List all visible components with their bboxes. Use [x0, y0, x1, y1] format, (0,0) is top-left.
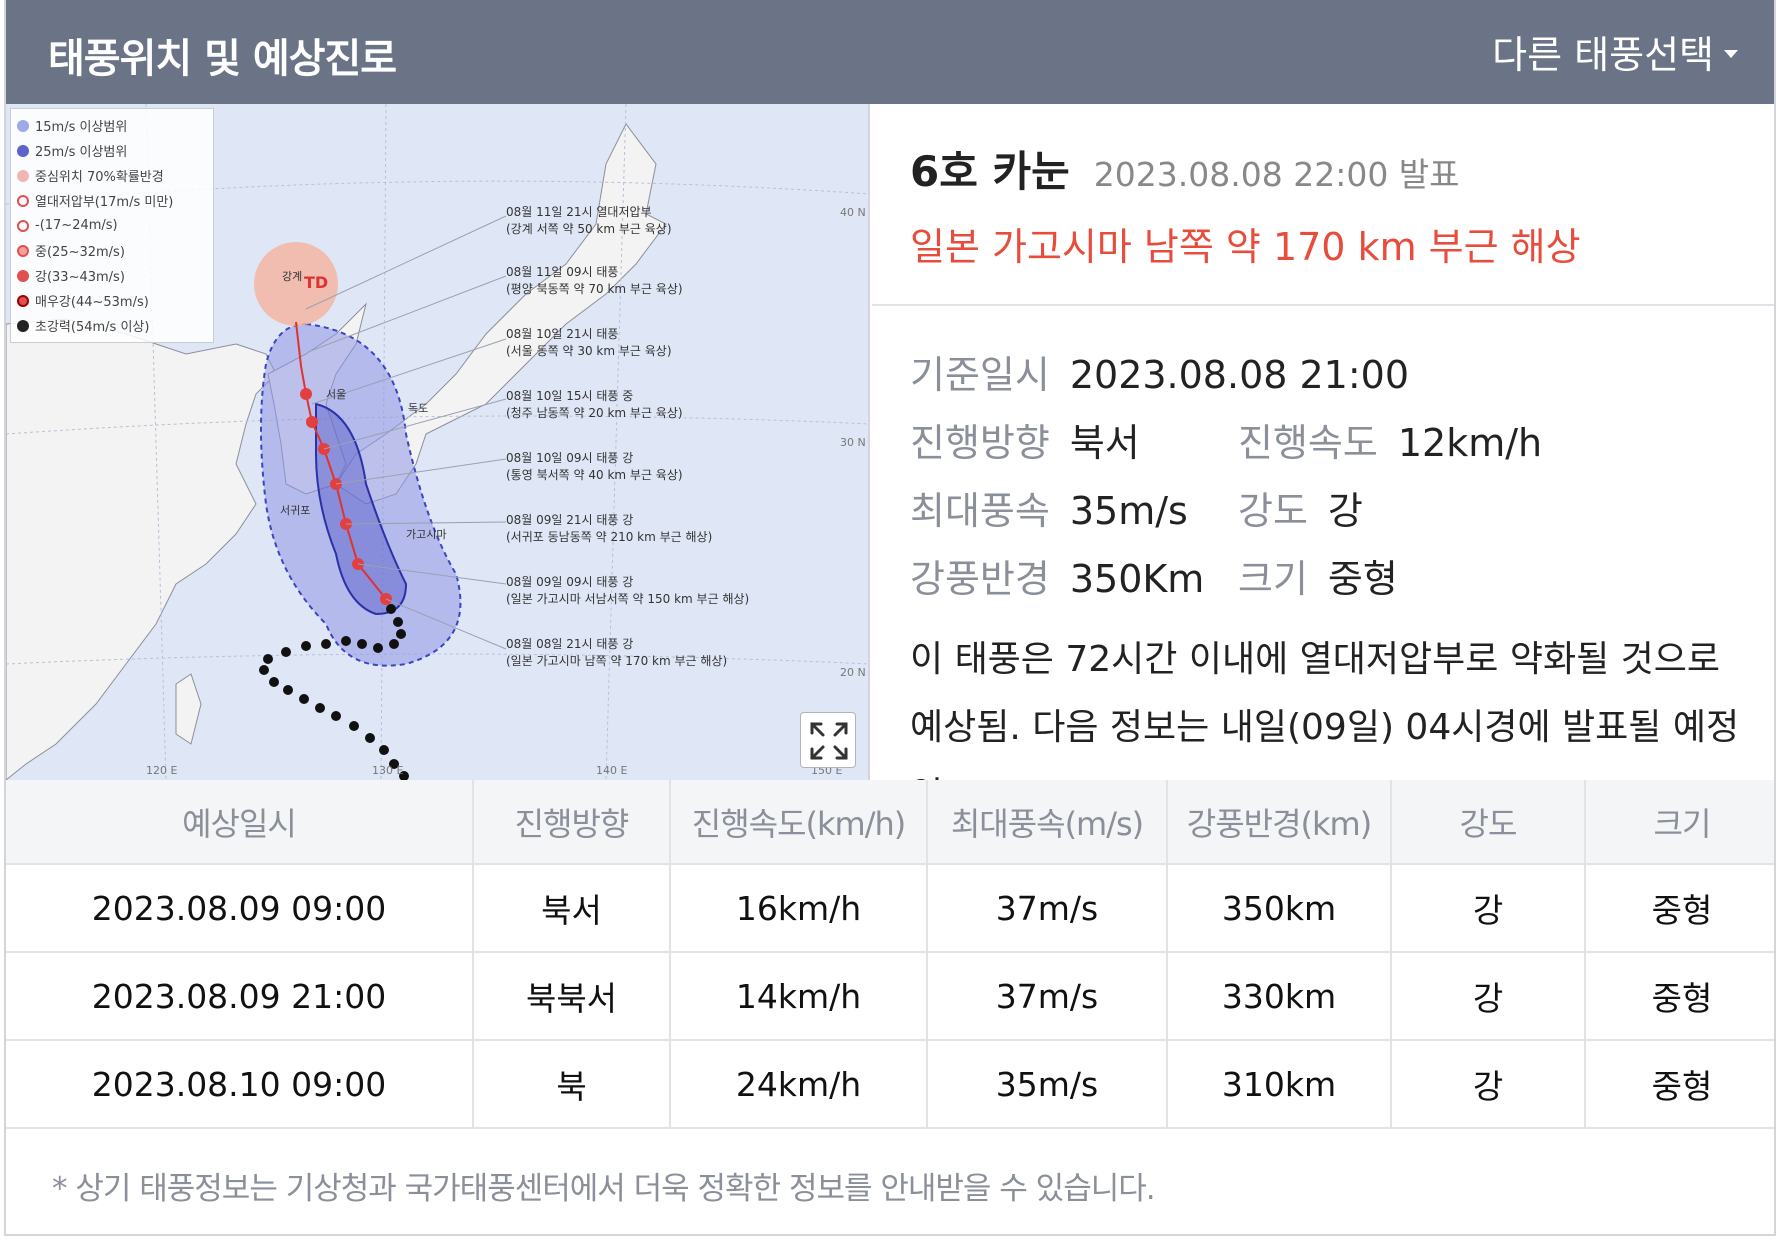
table-cell: 2023.08.09 21:00 — [6, 952, 474, 1041]
table-cell: 14km/h — [670, 952, 928, 1041]
table-row: 2023.08.09 09:00 북서 16km/h 37m/s 350km 강… — [6, 864, 1774, 953]
legend-item: 25m/s 이상범위 — [17, 138, 207, 163]
chevron-down-icon — [1724, 49, 1738, 58]
size-field: 크기 중형 — [1238, 557, 1398, 601]
forecast-description: 이 태풍은 72시간 이내에 열대저압부로 약화될 것으로 예상됨. 다음 정보… — [910, 639, 1740, 780]
column-header: 최대풍속(m/s) — [927, 780, 1168, 865]
table-cell: 중형 — [1585, 1040, 1774, 1129]
place-label: TD — [304, 273, 329, 292]
header-bar: 태풍위치 및 예상진로 다른 태풍선택 — [6, 0, 1774, 104]
table-cell: 북서 — [473, 864, 671, 953]
table-cell: 2023.08.09 09:00 — [6, 864, 474, 953]
track-annotation: 08월 10일 21시 태풍 (서울 동쪽 약 30 km 부근 육상) — [506, 327, 672, 358]
typhoon-name: 6호 카눈 — [910, 147, 1070, 196]
footnote: * 상기 태풍정보는 기상청과 국가태풍센터에서 더욱 정확한 정보를 안내받을… — [52, 1171, 1156, 1207]
place-label: 서울 — [326, 388, 347, 401]
grid-label: 40 N — [840, 206, 866, 219]
track-annotation: 08월 11일 21시 열대저압부 (강계 서쪽 약 50 km 부근 육상) — [506, 205, 672, 236]
legend-item: 중심위치 70%확률반경 — [17, 163, 207, 188]
table-row: 2023.08.09 21:00 북북서 14km/h 37m/s 330km … — [6, 952, 1774, 1041]
table-cell: 330km — [1167, 952, 1392, 1041]
legend-item: 강(33~43m/s) — [17, 263, 207, 288]
table-cell: 37m/s — [927, 864, 1168, 953]
map-expand-button[interactable] — [800, 712, 856, 768]
table-cell: 24km/h — [670, 1040, 928, 1129]
place-label: 독도 — [408, 402, 429, 415]
track-annotation: 08월 09일 21시 태풍 강 (서귀포 동남동쪽 약 210 km 부근 해상… — [506, 513, 713, 544]
table-cell: 중형 — [1585, 952, 1774, 1041]
track-annotation: 08월 08일 21시 태풍 강 (일본 가고시마 남쪽 약 170 km 부근 … — [506, 637, 728, 668]
column-header: 강풍반경(km) — [1167, 780, 1392, 865]
table-header-row: 예상일시 진행방향 진행속도(km/h) 최대풍속(m/s) 강풍반경(km) … — [6, 780, 1774, 865]
typhoon-info-panel: 6호 카눈 2023.08.08 22:00 발표 일본 가고시마 남쪽 약 1… — [872, 104, 1774, 780]
track-annotation: 08월 09일 09시 태풍 강 (일본 가고시마 서남서쪽 약 150 km 부… — [506, 575, 750, 606]
table-cell: 37m/s — [927, 952, 1168, 1041]
legend-item: -(17~24m/s) — [17, 213, 207, 238]
place-label: 가고시마 — [406, 528, 447, 541]
table-cell: 16km/h — [670, 864, 928, 953]
column-header: 크기 — [1585, 780, 1774, 865]
table-cell: 310km — [1167, 1040, 1392, 1129]
map-legend: 15m/s 이상범위 25m/s 이상범위 중심위치 70%확률반경 열대저압부… — [10, 108, 214, 343]
table-cell: 강 — [1391, 952, 1586, 1041]
typhoon-heading: 6호 카눈 2023.08.08 22:00 발표 — [910, 138, 1460, 199]
typhoon-select-dropdown[interactable]: 다른 태풍선택 — [1492, 24, 1738, 79]
radius-field: 강풍반경 350Km — [910, 557, 1205, 601]
grid-label: 130 E — [372, 764, 404, 777]
max-wind-field: 최대풍속 35m/s — [910, 489, 1188, 533]
table-cell: 강 — [1391, 1040, 1586, 1129]
legend-item: 열대저압부(17m/s 미만) — [17, 188, 207, 213]
table-cell: 강 — [1391, 864, 1586, 953]
base-time-field: 기준일시 2023.08.08 21:00 — [910, 353, 1410, 397]
place-label: 강계 — [282, 270, 303, 283]
typhoon-track-map[interactable]: 15m/s 이상범위 25m/s 이상범위 중심위치 70%확률반경 열대저압부… — [6, 104, 870, 780]
grid-label: 30 N — [840, 436, 866, 449]
grid-label: 120 E — [146, 764, 178, 777]
table-cell: 35m/s — [927, 1040, 1168, 1129]
legend-item: 15m/s 이상범위 — [17, 113, 207, 138]
issued-time: 2023.08.08 22:00 발표 — [1093, 155, 1460, 194]
column-header: 예상일시 — [6, 780, 474, 865]
forecast-table: 예상일시 진행방향 진행속도(km/h) 최대풍속(m/s) 강풍반경(km) … — [6, 780, 1774, 1129]
expand-arrows-icon — [810, 722, 848, 760]
table-cell: 북북서 — [473, 952, 671, 1041]
legend-item: 초강력(54m/s 이상) — [17, 313, 207, 338]
divider — [872, 304, 1774, 306]
current-location: 일본 가고시마 남쪽 약 170 km 부근 해상 — [910, 225, 1581, 269]
speed-field: 진행속도 12km/h — [1238, 421, 1543, 465]
direction-field: 진행방향 북서 — [910, 421, 1140, 465]
track-annotation: 08월 11일 09시 태풍 (평양 북동쪽 약 70 km 부근 육상) — [506, 265, 683, 296]
table-cell: 북 — [473, 1040, 671, 1129]
typhoon-select-label: 다른 태풍선택 — [1492, 33, 1714, 77]
legend-item: 매우강(44~53m/s) — [17, 288, 207, 313]
track-annotation: 08월 10일 15시 태풍 중 (청주 남동쪽 약 20 km 부근 육상) — [506, 389, 683, 420]
table-cell: 350km — [1167, 864, 1392, 953]
track-annotation: 08월 10일 09시 태풍 강 (통영 북서쪽 약 40 km 부근 육상) — [506, 451, 683, 482]
legend-item: 중(25~32m/s) — [17, 238, 207, 263]
typhoon-card: 태풍위치 및 예상진로 다른 태풍선택 15m/s 이상범위 25m/s 이상범… — [4, 0, 1776, 1236]
table-cell: 중형 — [1585, 864, 1774, 953]
intensity-field: 강도 강 — [1238, 489, 1363, 533]
table-row: 2023.08.10 09:00 북 24km/h 35m/s 310km 강 … — [6, 1040, 1774, 1129]
column-header: 진행속도(km/h) — [670, 780, 928, 865]
page-title: 태풍위치 및 예상진로 — [48, 36, 397, 82]
table-cell: 2023.08.10 09:00 — [6, 1040, 474, 1129]
grid-label: 20 N — [840, 666, 866, 679]
place-label: 서귀포 — [280, 504, 311, 517]
column-header: 강도 — [1391, 780, 1586, 865]
column-header: 진행방향 — [473, 780, 671, 865]
grid-label: 140 E — [596, 764, 628, 777]
